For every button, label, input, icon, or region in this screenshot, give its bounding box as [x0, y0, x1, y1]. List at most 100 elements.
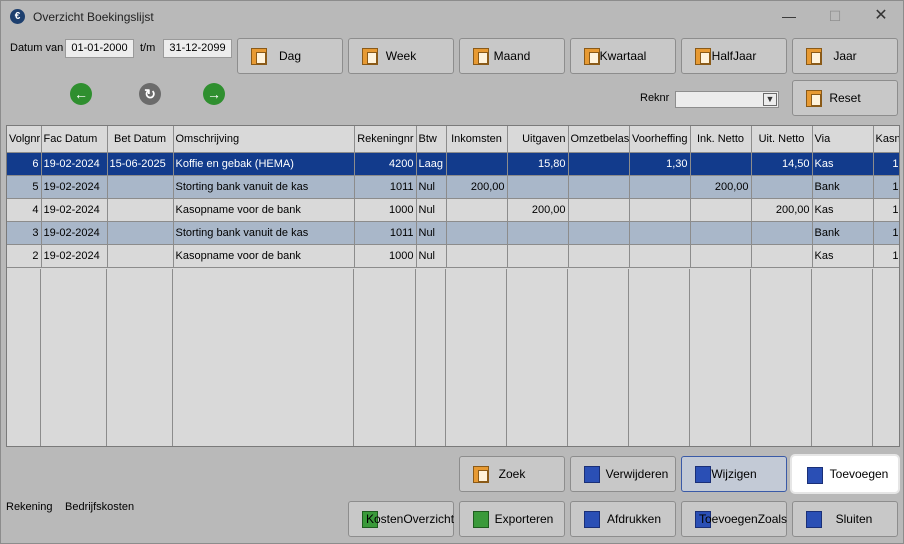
cell-bet-datum: 15-06-2025: [107, 152, 174, 176]
period-button-label: Week: [385, 49, 417, 63]
sluiten-button[interactable]: Sluiten: [792, 501, 898, 537]
column-header-kasnr[interactable]: Kasnr: [873, 126, 899, 153]
column-header-omschrijving[interactable]: Omschrijving: [173, 126, 355, 153]
cell-rekeningnr: 1011: [354, 175, 417, 199]
cell-rekeningnr: 4200: [354, 152, 417, 176]
period-button-jaar[interactable]: Jaar: [792, 38, 898, 74]
kosten-overzicht-label: Kosten Overzicht: [349, 502, 454, 536]
column-header-omzetbelas[interactable]: Omzetbelas: [568, 126, 630, 153]
cell-uit-netto: [751, 244, 813, 268]
cell-rekeningnr: 1000: [354, 198, 417, 222]
sluiten-label: Sluiten: [835, 512, 873, 526]
reknr-label: Reknr: [640, 92, 670, 104]
cell-volgnr: 2: [7, 244, 42, 268]
kosten-overzicht-line1: Kosten: [365, 511, 404, 526]
column-header-fac-datum[interactable]: Fac Datum: [41, 126, 108, 153]
period-button-dag[interactable]: Dag: [237, 38, 343, 74]
column-header-voorheffing[interactable]: Voorheffing: [629, 126, 691, 153]
column-header-volgnr[interactable]: Volgnr: [7, 126, 42, 153]
rekening-label: Rekening: [6, 501, 53, 513]
afdrukken-button[interactable]: Afdrukken: [570, 501, 676, 537]
minimize-button[interactable]: —: [769, 5, 809, 29]
period-button-kwartaal[interactable]: Kwartaal: [570, 38, 676, 74]
cell-ink-netto: [690, 244, 752, 268]
column-header-rekeningnr[interactable]: Rekeningnr: [354, 126, 417, 153]
column-header-uitgaven[interactable]: Uitgaven: [507, 126, 569, 153]
verwijderen-button[interactable]: Verwijderen: [570, 456, 676, 492]
bookings-table: Volgnr Fac Datum Bet Datum Omschrijving …: [6, 125, 900, 447]
maximize-button[interactable]: ☐: [815, 5, 855, 29]
cell-omzetbelas: [568, 175, 630, 199]
cell-uit-netto: [751, 221, 813, 245]
datum-van-label: Datum van: [10, 42, 64, 54]
cell-kasnr: 1: [873, 221, 899, 245]
period-button-maand[interactable]: Maand: [459, 38, 565, 74]
table-row[interactable]: 3 19-02-2024 Storting bank vanuit de kas…: [7, 221, 899, 245]
title-bar: € Overzicht Boekingslijst — ☐ ✕: [1, 1, 903, 32]
column-header-via[interactable]: Via: [812, 126, 874, 153]
cell-fac-datum: 19-02-2024: [41, 152, 108, 176]
cell-fac-datum: 19-02-2024: [41, 221, 108, 245]
cell-omzetbelas: [568, 198, 630, 222]
cell-btw: Laag: [416, 152, 447, 176]
period-button-label: Jaar: [833, 49, 857, 63]
cell-inkomsten: [446, 198, 508, 222]
toevoegen-zoals-line2: Zoals: [757, 511, 788, 526]
period-button-label: Kwartaal: [599, 49, 647, 63]
cell-omzetbelas: [568, 152, 630, 176]
app-logo-icon: €: [10, 9, 25, 24]
period-button-halfjaar[interactable]: HalfJaar: [681, 38, 787, 74]
close-button[interactable]: ✕: [861, 5, 901, 29]
afdrukken-label: Afdrukken: [606, 512, 662, 526]
cell-volgnr: 6: [7, 152, 42, 176]
cell-bet-datum: [107, 198, 174, 222]
column-header-bet-datum[interactable]: Bet Datum: [107, 126, 174, 153]
verwijderen-label: Verwijderen: [605, 467, 669, 481]
column-header-btw[interactable]: Btw: [416, 126, 447, 153]
cell-rekeningnr: 1011: [354, 221, 417, 245]
exporteren-button[interactable]: Exporteren: [459, 501, 565, 537]
previous-period-button[interactable]: ←: [70, 83, 92, 105]
table-row[interactable]: 2 19-02-2024 Kasopname voor de bank 1000…: [7, 244, 899, 268]
next-period-button[interactable]: →: [203, 83, 225, 105]
cell-fac-datum: 19-02-2024: [41, 198, 108, 222]
cell-omschrijving: Kasopname voor de bank: [173, 198, 355, 222]
exporteren-label: Exporteren: [494, 512, 554, 526]
cell-via: Bank: [812, 175, 874, 199]
kosten-overzicht-button[interactable]: Kosten Overzicht: [348, 501, 454, 537]
zoek-button[interactable]: Zoek: [459, 456, 565, 492]
reknr-select[interactable]: ▼: [675, 91, 779, 108]
table-row[interactable]: 5 19-02-2024 Storting bank vanuit de kas…: [7, 175, 899, 199]
cell-fac-datum: 19-02-2024: [41, 244, 108, 268]
column-header-ink-netto[interactable]: Ink. Netto: [690, 126, 752, 153]
table-row[interactable]: 4 19-02-2024 Kasopname voor de bank 1000…: [7, 198, 899, 222]
cell-inkomsten: [446, 221, 508, 245]
period-button-week[interactable]: Week: [348, 38, 454, 74]
refresh-button[interactable]: ↻: [139, 83, 161, 105]
cell-uit-netto: 14,50: [751, 152, 813, 176]
cell-ink-netto: [690, 198, 752, 222]
toevoegen-button[interactable]: Toevoegen: [792, 456, 898, 492]
wijzigen-button[interactable]: Wijzigen: [681, 456, 787, 492]
toevoegen-zoals-button[interactable]: Toevoegen Zoals: [681, 501, 787, 537]
cell-bet-datum: [107, 221, 174, 245]
table-row[interactable]: 6 19-02-2024 15-06-2025 Koffie en gebak …: [7, 152, 899, 176]
cell-voorheffing: [629, 221, 691, 245]
reset-button[interactable]: Reset: [792, 80, 898, 116]
datum-tot-field[interactable]: 31-12-2099: [163, 39, 232, 58]
cell-uitgaven: [507, 221, 569, 245]
cell-bet-datum: [107, 244, 174, 268]
period-button-label: Dag: [278, 49, 301, 63]
period-button-label: HalfJaar: [711, 49, 757, 63]
column-header-uit-netto[interactable]: Uit. Netto: [751, 126, 813, 153]
cell-omzetbelas: [568, 221, 630, 245]
cell-uit-netto: 200,00: [751, 198, 813, 222]
cell-volgnr: 3: [7, 221, 42, 245]
cell-omschrijving: Kasopname voor de bank: [173, 244, 355, 268]
toevoegen-label: Toevoegen: [829, 467, 889, 481]
cell-kasnr: 1: [873, 244, 899, 268]
datum-van-field[interactable]: 01-01-2000: [65, 39, 134, 58]
cell-voorheffing: [629, 175, 691, 199]
cell-btw: Nul: [416, 198, 447, 222]
column-header-inkomsten[interactable]: Inkomsten: [446, 126, 508, 153]
